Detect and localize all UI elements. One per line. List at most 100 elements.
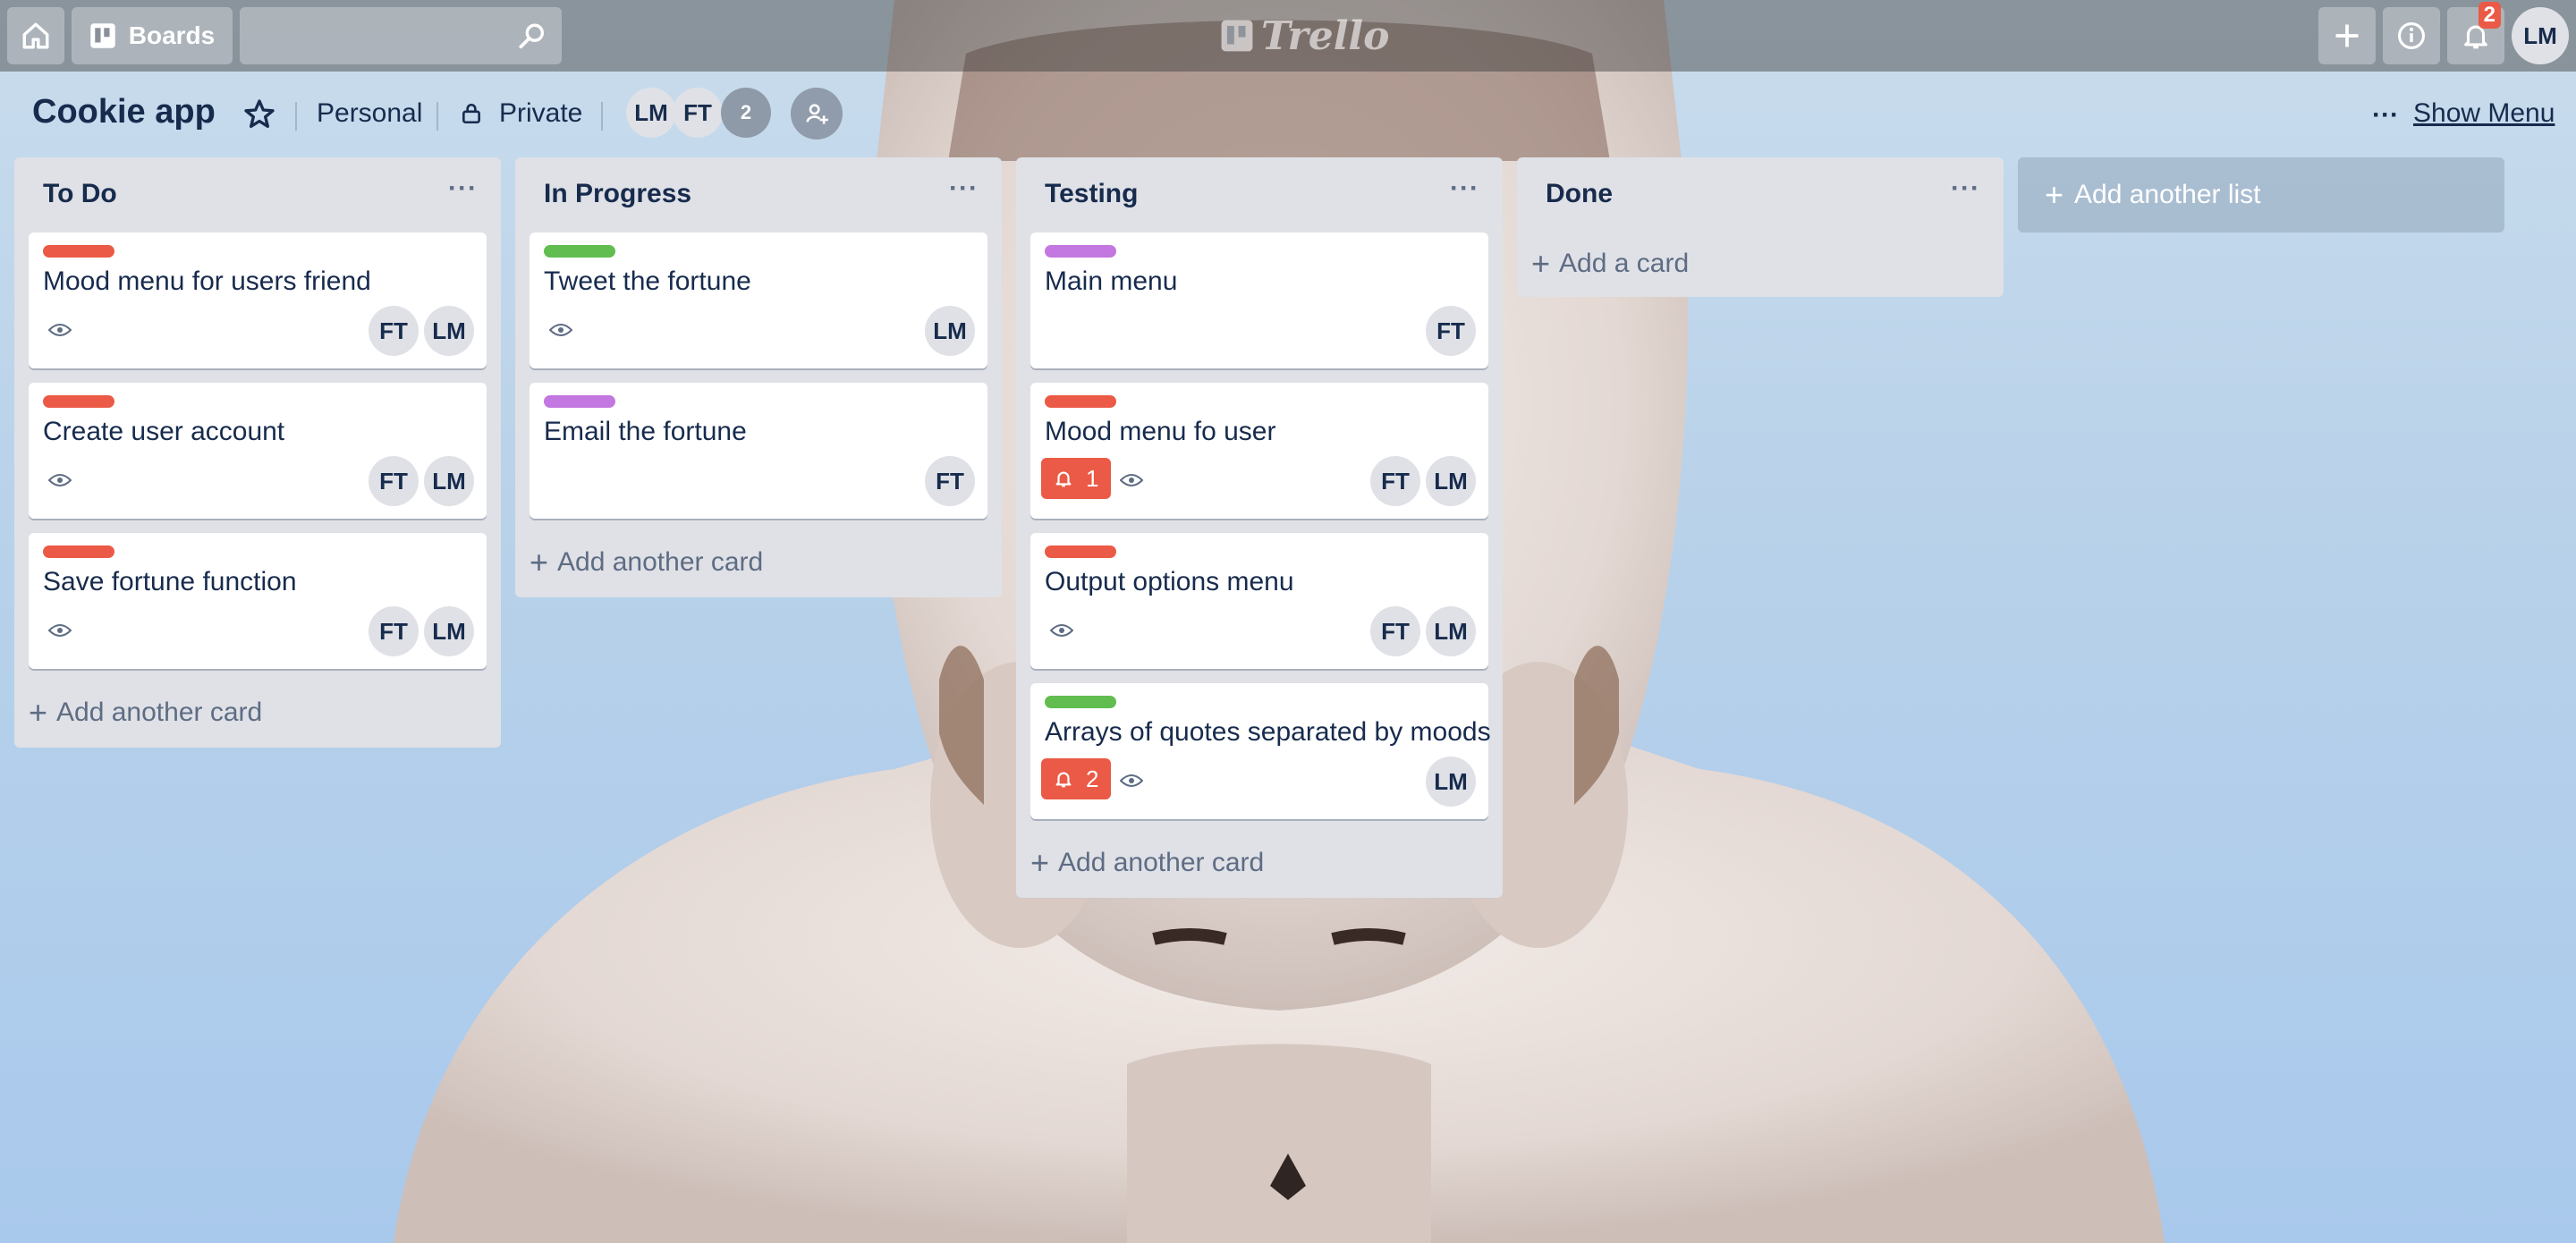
add-card-label: Add another card [56,698,263,727]
eye-icon [549,324,572,336]
board-member-avatar[interactable]: LM [626,88,676,138]
card-member-avatar[interactable]: FT [1370,456,1420,506]
board-member-avatar[interactable]: FT [673,88,723,138]
card[interactable]: Arrays of quotes separated by moods 2 LM [1030,683,1491,819]
list-done: Done ··· + Add a card [1517,157,2004,297]
add-card-button[interactable]: + Add another card [29,694,263,731]
list-title[interactable]: In Progress [544,179,691,209]
add-card-button[interactable]: + Add another card [530,544,764,580]
eye-icon [1120,474,1143,486]
notification-count-badge: 2 [2478,2,2501,29]
card-label [544,245,615,258]
boards-label: Boards [128,21,216,49]
bell-icon [1055,471,1072,487]
card-member-avatar[interactable]: LM [424,606,474,656]
card-title: Arrays of quotes separated by moods [1045,717,1491,747]
card-member-avatar[interactable]: FT [1370,606,1420,656]
plus-icon: + [530,544,549,580]
card[interactable]: Save fortune function FT LM [29,533,487,669]
card-member-avatar[interactable]: LM [424,306,474,356]
list-in-progress: In Progress ··· Tweet the fortune LM Ema… [515,157,1002,597]
divider [601,102,603,131]
user-avatar[interactable]: LM [2512,7,2569,64]
card-label [1045,696,1116,708]
home-button[interactable] [7,7,64,64]
add-card-label: Add another card [1058,848,1265,877]
card-member-avatar[interactable]: FT [369,606,419,656]
trello-logo-icon [1221,20,1253,52]
list-to-do: To Do ··· Mood menu for users friend FT … [14,157,501,748]
card-label [544,395,615,408]
card[interactable]: Mood menu fo user 1 FT LM [1030,383,1488,519]
boards-icon [90,23,115,48]
add-card-button[interactable]: + Add a card [1531,245,1689,282]
card-member-avatar[interactable]: LM [1426,456,1476,506]
info-button[interactable] [2383,7,2440,64]
add-list-button[interactable]: + Add another list [2018,157,2504,233]
card[interactable]: Mood menu for users friend FT LM [29,233,487,368]
card[interactable]: Main menu FT [1030,233,1488,368]
card-member-avatar[interactable]: LM [925,306,975,356]
card-member-avatar[interactable]: FT [1426,306,1476,356]
card-member-avatar[interactable]: FT [925,456,975,506]
card-title: Create user account [43,417,285,446]
boards-button[interactable]: Boards [72,7,233,64]
team-visibility-button[interactable]: Personal [317,98,422,129]
card[interactable]: Create user account FT LM [29,383,487,519]
list-menu-icon[interactable]: ··· [1951,173,1980,204]
card[interactable]: Tweet the fortune LM [530,233,987,368]
card-label [1045,245,1116,258]
card[interactable]: Output options menu FT LM [1030,533,1488,669]
create-button[interactable] [2318,7,2376,64]
notifications-button[interactable]: 2 [2447,2,2504,64]
more-members-count[interactable]: 2 [721,88,771,138]
search-input[interactable] [240,7,562,64]
list-title[interactable]: To Do [43,179,117,209]
add-member-icon [806,104,828,124]
plus-icon: + [1531,245,1551,282]
privacy-label: Private [499,98,583,128]
card-label [1045,545,1116,558]
board-header: Cookie app Personal Private LM FT 2 ··· … [0,79,2576,150]
list-menu-icon[interactable]: ··· [1450,173,1479,204]
more-icon[interactable]: ··· [2372,100,2399,131]
card-title: Save fortune function [43,567,297,596]
trello-logo[interactable]: Trello [1220,9,1390,63]
card-member-avatar[interactable]: LM [1426,757,1476,807]
due-notification-badge[interactable]: 1 [1041,458,1112,499]
plus-icon: + [29,694,48,731]
card-member-avatar[interactable]: LM [1426,606,1476,656]
card-member-avatar[interactable]: FT [369,456,419,506]
card-member-avatar[interactable]: LM [424,456,474,506]
plus-icon: + [1030,844,1050,881]
list-menu-icon[interactable]: ··· [949,173,979,204]
star-icon[interactable] [242,97,277,132]
add-list-label: Add another list [2074,180,2261,209]
card-member-avatar[interactable]: FT [369,306,419,356]
card-title: Main menu [1045,266,1178,296]
eye-icon [1050,624,1073,637]
add-card-label: Add another card [557,547,764,577]
list-title[interactable]: Testing [1045,179,1138,209]
list-testing: Testing ··· Main menu FT Mood menu fo us… [1016,157,1503,898]
card-title: Email the fortune [544,417,747,446]
home-icon [22,22,49,49]
due-notification-badge[interactable]: 2 [1041,758,1112,799]
eye-icon [48,474,72,486]
card-title: Tweet the fortune [544,266,751,296]
privacy-button[interactable]: Private [460,98,582,129]
add-card-button[interactable]: + Add another card [1030,844,1265,881]
card-title: Output options menu [1045,567,1294,596]
list-menu-icon[interactable]: ··· [448,173,478,204]
card-label [43,395,114,408]
show-menu-button[interactable]: Show Menu [2413,98,2555,129]
top-navigation-bar: Boards Trello 2 LM [0,0,2576,72]
search-icon [519,23,545,49]
invite-member-button[interactable] [791,88,843,140]
eye-icon [48,324,72,336]
logo-text: Trello [1261,13,1390,59]
list-title[interactable]: Done [1546,179,1613,209]
bell-icon [1055,772,1072,788]
board-title[interactable]: Cookie app [32,93,216,131]
card[interactable]: Email the fortune FT [530,383,987,519]
